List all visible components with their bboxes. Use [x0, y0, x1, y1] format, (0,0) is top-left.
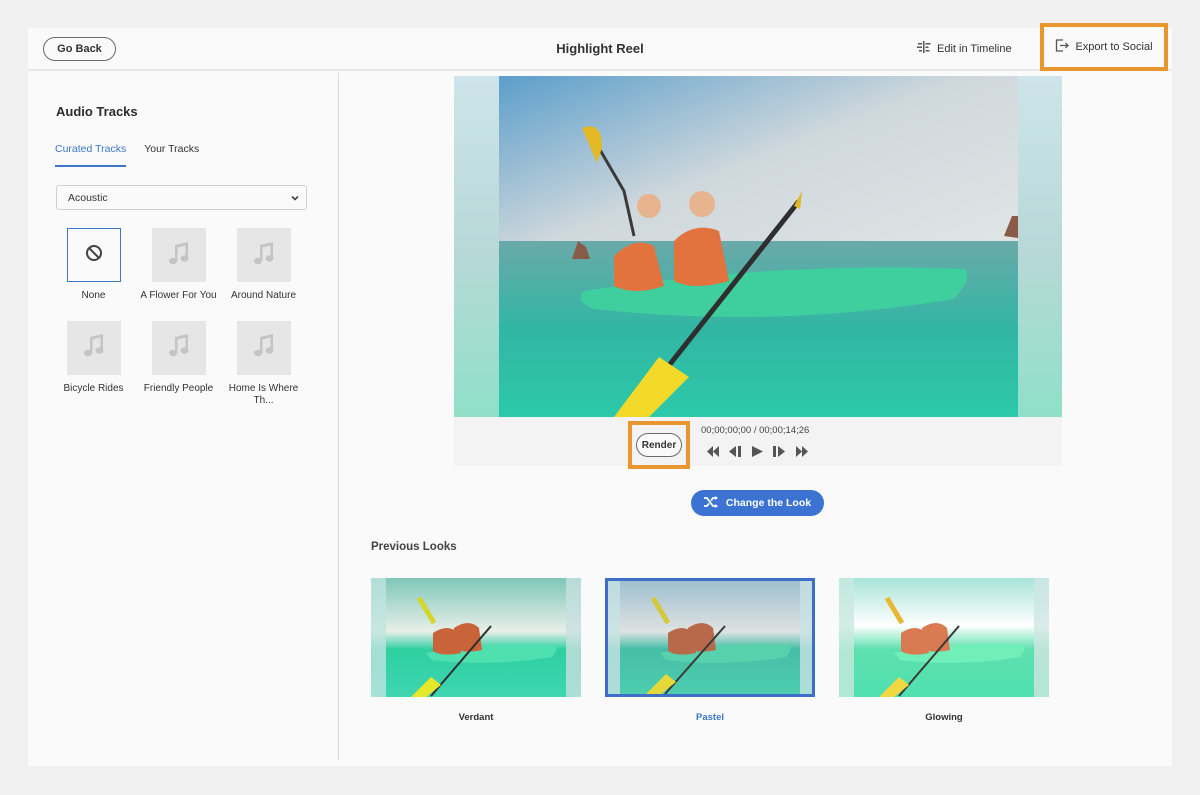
timeline-icon [917, 41, 931, 56]
step-forward-icon[interactable] [773, 446, 786, 457]
look-thumbnail [371, 578, 581, 697]
look-thumbnail [605, 578, 815, 697]
app-window: Go Back Highlight Reel Edit in Timeline … [28, 23, 1172, 766]
music-note-icon [252, 241, 276, 270]
tab-curated-tracks[interactable]: Curated Tracks [55, 143, 127, 167]
export-to-social-button[interactable]: Export to Social [1040, 23, 1168, 71]
play-icon[interactable] [752, 446, 763, 457]
top-bar: Go Back Highlight Reel Edit in Timeline … [28, 23, 1172, 71]
video-preview [454, 76, 1062, 417]
track-none[interactable]: None [51, 228, 136, 303]
track-label: Around Nature [230, 290, 297, 301]
music-note-icon [167, 333, 191, 362]
music-note-icon [82, 333, 106, 362]
track-friendly-people[interactable]: Friendly People [136, 320, 221, 408]
look-verdant[interactable]: Verdant [371, 578, 581, 723]
previous-looks-heading: Previous Looks [371, 541, 457, 553]
track-thumb [66, 320, 121, 375]
track-thumb [236, 320, 291, 375]
genre-select[interactable]: Acoustic [56, 185, 307, 210]
track-label: None [81, 290, 106, 301]
track-home-is-where[interactable]: Home Is Where Th... [221, 320, 306, 408]
track-thumb [66, 228, 121, 282]
change-the-look-label: Change the Look [725, 497, 812, 509]
audio-sidebar: Audio Tracks Curated Tracks Your Tracks … [28, 73, 339, 760]
music-note-icon [252, 333, 276, 362]
export-to-social-label: Export to Social [1075, 41, 1153, 53]
chevron-down-icon [290, 193, 300, 206]
skip-to-end-icon[interactable] [796, 446, 808, 457]
track-label: A Flower For You [140, 290, 217, 301]
track-around-nature[interactable]: Around Nature [221, 228, 306, 303]
track-bicycle-rides[interactable]: Bicycle Rides [51, 320, 136, 408]
look-thumbnail [839, 578, 1049, 697]
track-thumb [151, 228, 206, 282]
render-button[interactable]: Render [636, 433, 682, 457]
edit-in-timeline-button[interactable]: Edit in Timeline [917, 41, 1012, 56]
track-label: Home Is Where Th... [228, 382, 299, 407]
shuffle-icon [703, 495, 718, 511]
track-thumb [236, 228, 291, 282]
change-the-look-button[interactable]: Change the Look [691, 490, 824, 516]
look-label: Pastel [696, 712, 724, 723]
no-symbol-icon [85, 244, 103, 267]
edit-in-timeline-label: Edit in Timeline [937, 42, 1012, 55]
audio-tracks-heading: Audio Tracks [56, 104, 138, 119]
previous-looks-list: Verdant Pastel Glowing [371, 578, 1049, 723]
player-controls: Render 00;00;00;00 / 00;00;14;26 [454, 417, 1062, 469]
main-panel: Render 00;00;00;00 / 00;00;14;26 Change … [340, 73, 1172, 766]
step-back-icon[interactable] [729, 446, 742, 457]
look-pastel[interactable]: Pastel [605, 578, 815, 723]
look-glowing[interactable]: Glowing [839, 578, 1049, 723]
music-note-icon [167, 241, 191, 270]
track-grid: None A Flower For You Around Nature Bicy… [51, 228, 306, 408]
genre-select-value: Acoustic [68, 191, 108, 204]
skip-to-start-icon[interactable] [707, 446, 719, 457]
export-icon [1055, 39, 1070, 55]
track-a-flower-for-you[interactable]: A Flower For You [136, 228, 221, 303]
track-label: Bicycle Rides [63, 382, 124, 394]
timecode-readout: 00;00;00;00 / 00;00;14;26 [701, 425, 810, 436]
transport-controls [707, 446, 808, 457]
track-thumb [151, 320, 206, 375]
track-tabs: Curated Tracks Your Tracks [55, 143, 199, 167]
video-player: Render 00;00;00;00 / 00;00;14;26 [454, 76, 1062, 469]
track-label: Friendly People [143, 382, 214, 394]
kayak-photo [454, 76, 1062, 417]
render-highlight: Render [628, 421, 690, 469]
look-label: Glowing [925, 712, 963, 723]
look-label: Verdant [458, 712, 494, 723]
tab-your-tracks[interactable]: Your Tracks [144, 143, 199, 167]
